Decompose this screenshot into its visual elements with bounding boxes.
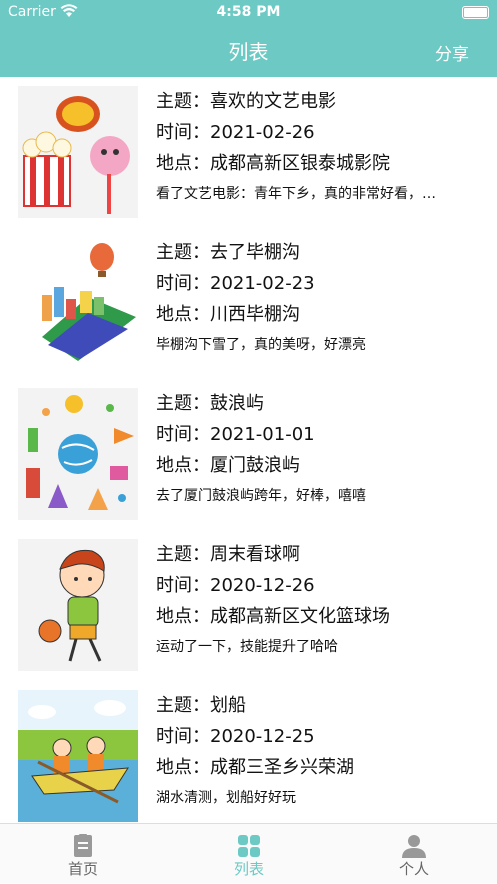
list-item[interactable]: 主题：喜欢的文艺电影 时间：2021-02-26 地点：成都高新区银泰城影院 看… [0, 77, 497, 228]
tab-list-label: 列表 [233, 860, 264, 878]
item-topic: 主题：鼓浪屿 [156, 393, 264, 414]
status-time: 4:58 PM [216, 4, 281, 20]
item-place: 地点：川西毕棚沟 [156, 304, 300, 325]
list-item[interactable]: 主题：划船 时间：2020-12-25 地点：成都三圣乡兴荣湖 湖水清测，划船好… [0, 681, 497, 823]
list-item[interactable]: 主题：鼓浪屿 时间：2021-01-01 地点：厦门鼓浪屿 去了厦门鼓浪屿跨年，… [0, 379, 497, 530]
rowing-boat-icon [18, 690, 138, 822]
item-time: 时间：2020-12-26 [156, 575, 315, 596]
item-topic: 主题：周末看球啊 [156, 544, 300, 565]
item-place: 地点：厦门鼓浪屿 [156, 455, 300, 476]
globe-travel-icon [18, 388, 138, 520]
item-time: 时间：2021-02-26 [156, 122, 315, 143]
item-time: 时间：2021-02-23 [156, 273, 315, 294]
item-place: 地点：成都三圣乡兴荣湖 [156, 757, 354, 778]
tab-home-label: 首页 [67, 860, 98, 878]
page-title: 列表 [228, 40, 269, 64]
item-topic: 主题：喜欢的文艺电影 [156, 91, 336, 112]
popcorn-icon [18, 86, 138, 218]
travel-city-icon [18, 237, 138, 369]
tab-profile-label: 个人 [398, 860, 429, 878]
item-time: 时间：2021-01-01 [156, 424, 315, 445]
grid-icon [235, 834, 263, 858]
tab-home[interactable]: 首页 [0, 824, 166, 884]
item-description: 看了文艺电影：青年下乡，真的非常好看，… [156, 186, 436, 202]
navigation-header: Carrier 4:58 PM 列表 分享 [0, 0, 497, 77]
record-list[interactable]: 主题：喜欢的文艺电影 时间：2021-02-26 地点：成都高新区银泰城影院 看… [0, 77, 497, 823]
person-icon [400, 834, 428, 858]
tab-profile[interactable]: 个人 [331, 824, 497, 884]
share-button[interactable]: 分享 [435, 40, 469, 65]
item-topic: 主题：划船 [156, 695, 246, 716]
tab-bar: 首页 列表 个人 [0, 823, 497, 883]
home-icon [69, 834, 97, 858]
list-item[interactable]: 主题：周末看球啊 时间：2020-12-26 地点：成都高新区文化篮球场 运动了… [0, 530, 497, 681]
item-description: 毕棚沟下雪了，真的美呀，好漂亮 [156, 337, 366, 353]
item-description: 去了厦门鼓浪屿跨年，好棒，嘻嘻 [156, 488, 366, 504]
item-description: 湖水清测，划船好好玩 [156, 790, 296, 806]
list-item[interactable]: 主题：去了毕棚沟 时间：2021-02-23 地点：川西毕棚沟 毕棚沟下雪了，真… [0, 228, 497, 379]
tab-list[interactable]: 列表 [166, 824, 332, 884]
item-time: 时间：2020-12-25 [156, 726, 315, 747]
item-place: 地点：成都高新区银泰城影院 [156, 153, 390, 174]
status-bar: Carrier 4:58 PM [0, 0, 497, 26]
battery-icon [462, 6, 489, 19]
basketball-boy-icon [18, 539, 138, 671]
item-description: 运动了一下，技能提升了哈哈 [156, 639, 338, 655]
item-place: 地点：成都高新区文化篮球场 [156, 606, 390, 627]
item-topic: 主题：去了毕棚沟 [156, 242, 300, 263]
